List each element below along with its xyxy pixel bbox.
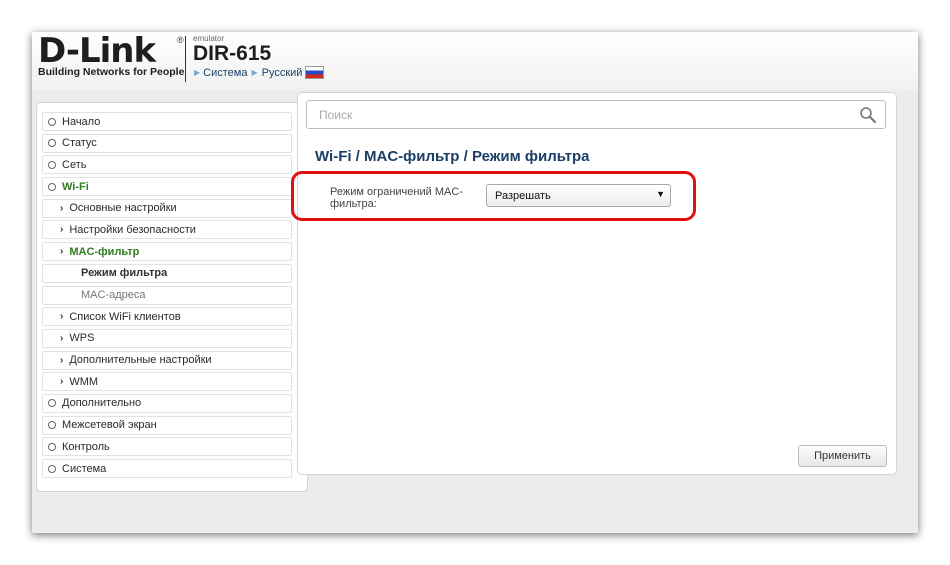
collapsed-circle-icon — [48, 464, 56, 473]
model-name: DIR-615 — [193, 42, 272, 65]
collapsed-circle-icon — [48, 160, 56, 169]
nav-item[interactable]: › Список WiFi клиентов — [42, 307, 292, 327]
nav-item-label: Межсетевой экран — [62, 419, 157, 432]
nav-item-label: Начало — [62, 115, 101, 128]
nav-item[interactable]: MAC-адреса — [42, 285, 292, 305]
collapsed-circle-icon — [48, 421, 56, 430]
nav-item-label: WMM — [69, 375, 99, 388]
nav-item[interactable]: Сеть — [42, 155, 292, 175]
chevron-right-icon: › — [60, 376, 64, 388]
logo-tagline: Building Networks for People — [38, 66, 185, 78]
chevron-right-icon: › — [60, 246, 64, 258]
nav-item[interactable]: › MAC-фильтр — [42, 242, 292, 262]
header: D-Link ® Building Networks for People em… — [32, 32, 918, 90]
expanded-circle-icon — [48, 182, 56, 191]
nav-item-label: Wi-Fi — [62, 180, 89, 193]
nav-item-label: MAC-фильтр — [69, 245, 140, 258]
nav-item-label: Список WiFi клиентов — [69, 310, 181, 323]
apply-button[interactable]: Применить — [798, 445, 887, 467]
registered-mark: ® — [177, 35, 184, 45]
nav-item-label: Дополнительные настройки — [69, 354, 212, 367]
nav-item[interactable]: Начало — [42, 112, 292, 131]
nav-item-label: Статус — [62, 137, 97, 150]
collapsed-circle-icon — [48, 139, 56, 148]
header-breadcrumb: ▶ Система ▶ Русский — [194, 66, 325, 79]
nav-item-label: Контроль — [62, 440, 110, 453]
page-title: Wi-Fi / MAC-фильтр / Режим фильтра — [315, 148, 590, 165]
collapsed-circle-icon — [48, 442, 56, 451]
nav-item[interactable]: Статус — [42, 133, 292, 153]
nav-item-label: Сеть — [62, 158, 87, 171]
russian-flag-icon[interactable] — [305, 66, 325, 79]
chevron-right-icon: › — [60, 354, 64, 366]
nav-item[interactable]: Контроль — [42, 437, 292, 457]
nav-item-label: Дополнительно — [62, 397, 142, 410]
dlink-logo[interactable]: D-Link — [38, 32, 156, 70]
nav-item[interactable]: Система — [42, 459, 292, 478]
nav-item-label: Основные настройки — [69, 202, 177, 215]
breadcrumb-system[interactable]: Система — [203, 67, 247, 79]
nav-item-label: WPS — [69, 332, 95, 345]
nav-item[interactable]: › WPS — [42, 328, 292, 348]
nav-item[interactable]: Дополнительно — [42, 393, 292, 413]
chevron-right-icon: › — [60, 332, 64, 344]
arrow-right-icon: ▶ — [194, 68, 201, 77]
nav-item-label: Режим фильтра — [81, 267, 168, 280]
collapsed-circle-icon — [48, 399, 56, 408]
nav-item[interactable]: Режим фильтра — [42, 263, 292, 283]
chevron-right-icon: › — [60, 224, 64, 236]
nav-item[interactable]: Межсетевой экран — [42, 415, 292, 435]
sidebar-nav: Начало Статус Сеть Wi-Fi › Основные настройки… — [42, 112, 292, 481]
language-selector[interactable]: Русский — [262, 67, 303, 79]
collapsed-circle-icon — [48, 117, 56, 126]
search-icon[interactable] — [859, 106, 877, 124]
router-web-ui: D-Link ® Building Networks for People em… — [32, 32, 918, 533]
nav-item[interactable]: › WMM — [42, 372, 292, 392]
nav-item-label: MAC-адреса — [81, 289, 146, 301]
nav-item-label: Система — [62, 462, 107, 475]
arrow-right-icon: ▶ — [251, 68, 258, 77]
search-box[interactable]: Поиск — [306, 100, 886, 129]
nav-item[interactable]: › Основные настройки — [42, 198, 292, 218]
header-divider — [185, 36, 186, 82]
nav-item[interactable]: › Настройки безопасности — [42, 220, 292, 240]
nav-item-label: Настройки безопасности — [69, 223, 196, 236]
nav-item[interactable]: › Дополнительные настройки — [42, 350, 292, 370]
nav-item[interactable]: Wi-Fi — [42, 177, 292, 197]
search-input[interactable]: Поиск — [319, 108, 352, 122]
highlight-annotation — [291, 171, 696, 221]
chevron-right-icon: › — [60, 202, 64, 214]
chevron-right-icon: › — [60, 311, 64, 323]
